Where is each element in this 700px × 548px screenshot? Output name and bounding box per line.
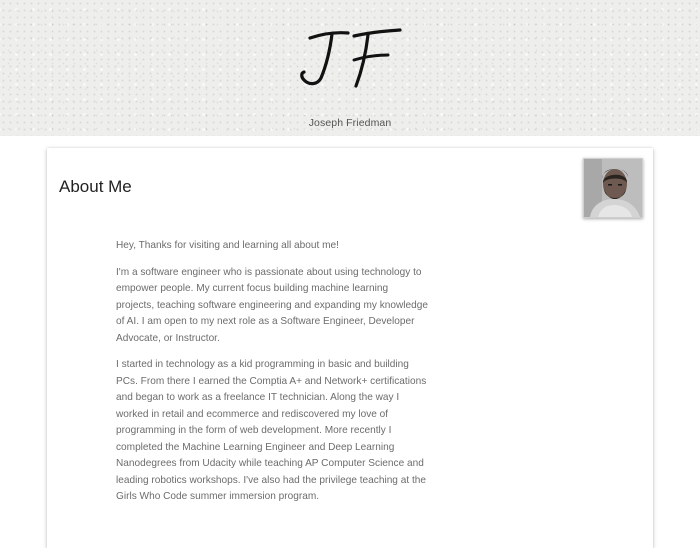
about-me-content: Hey, Thanks for visiting and learning al… [116,238,428,516]
author-name: Joseph Friedman [308,117,392,129]
jf-signature-logo[interactable] [296,22,406,94]
about-me-card: About Me Hey, Thanks for visiting and le… [47,148,653,548]
about-paragraph-intro: Hey, Thanks for visiting and learning al… [116,240,339,251]
about-paragraph-background: I started in technology as a kid program… [116,359,427,502]
about-paragraph-current-focus: I'm a software engineer who is passionat… [116,266,428,344]
profile-avatar [583,158,643,218]
about-me-title: About Me [59,177,132,196]
hero-banner: Joseph Friedman [0,0,700,136]
portrait-photo-icon [584,159,642,217]
